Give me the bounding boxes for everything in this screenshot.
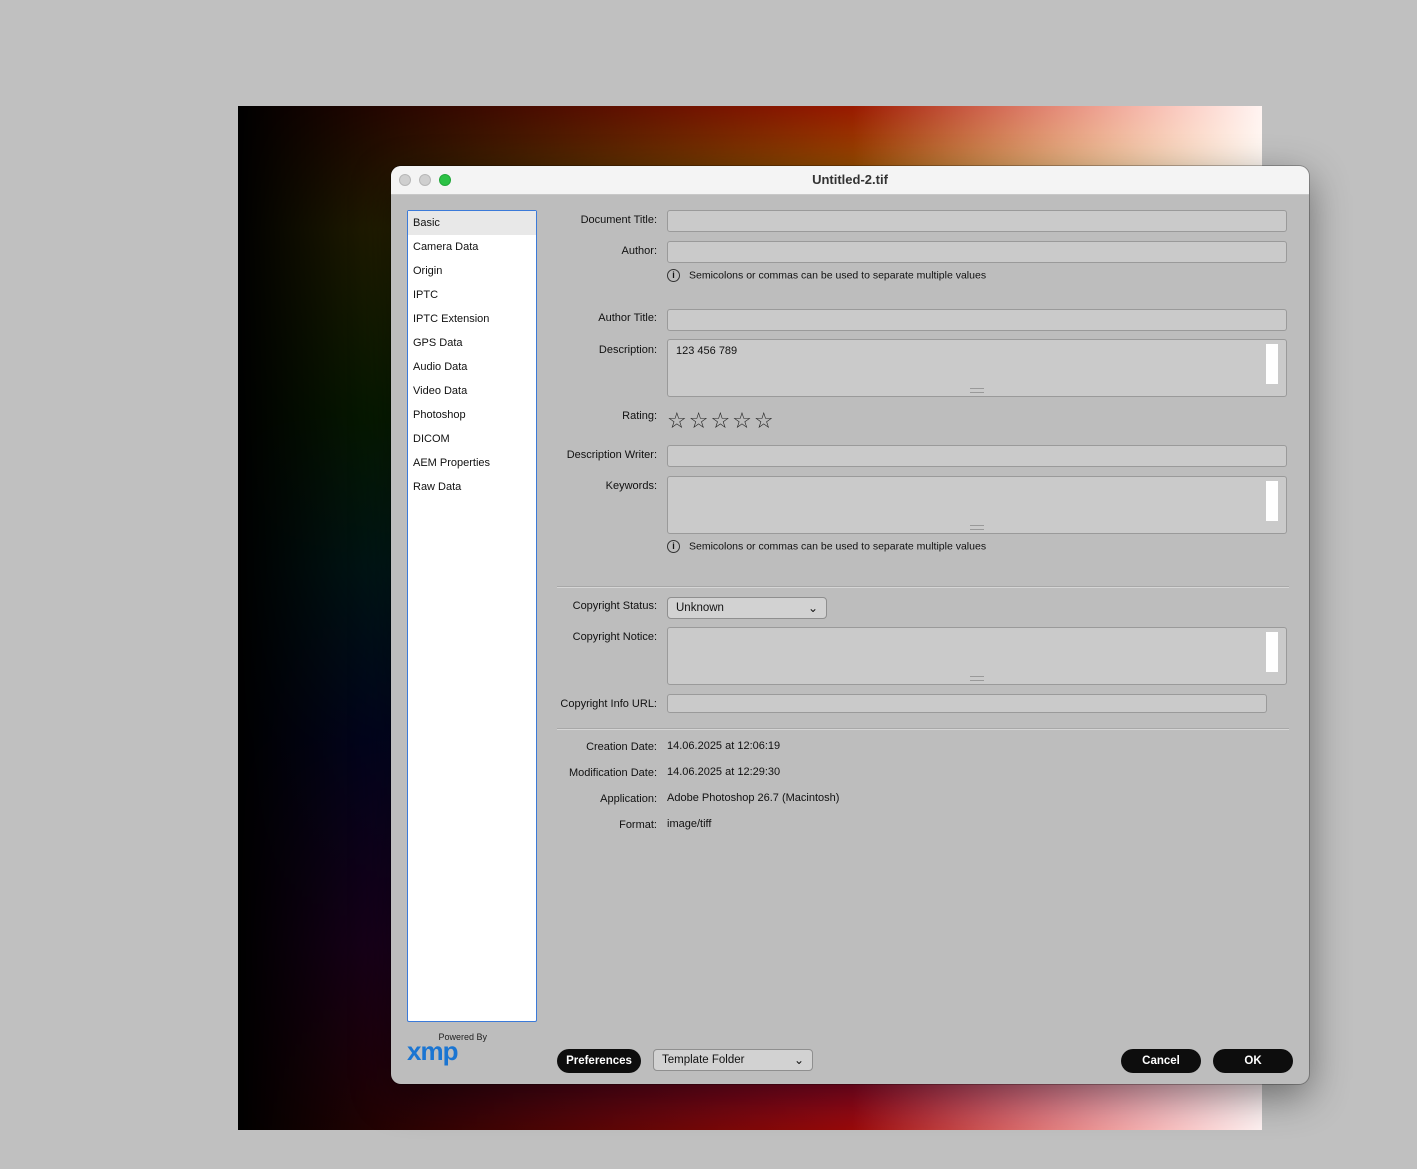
info-icon: i [667,540,680,553]
copyright-status-value: Unknown [676,602,724,614]
sidebar-item-iptc[interactable]: IPTC [408,283,536,307]
application-label: Application: [600,793,657,805]
author-label: Author: [621,245,657,257]
copyright-status-label: Copyright Status: [572,600,657,612]
keywords-hint: i Semicolons or commas can be used to sep… [667,540,986,553]
creation-date-label: Creation Date: [586,741,657,753]
copyright-url-field[interactable] [667,694,1267,713]
copyright-notice-label: Copyright Notice: [572,631,657,643]
author-hint-text: Semicolons or commas can be used to sepa… [689,269,987,282]
modification-date-value: 14.06.2025 at 12:29:30 [667,766,781,778]
ok-button[interactable]: OK [1213,1049,1293,1073]
keywords-hint-text: Semicolons or commas can be used to sepa… [689,540,987,553]
sidebar-item-origin[interactable]: Origin [408,259,536,283]
document-title-field[interactable] [667,210,1287,232]
sidebar-item-video-data[interactable]: Video Data [408,379,536,403]
sidebar-item-dicom[interactable]: DICOM [408,427,536,451]
keywords-label: Keywords: [605,480,657,492]
category-list[interactable]: Basic Camera Data Origin IPTC IPTC Exten… [407,210,537,1022]
document-title-label: Document Title: [580,214,657,226]
copyright-notice-field[interactable] [667,627,1287,685]
chevron-down-icon: ⌄ [793,1053,804,1067]
chevron-down-icon: ⌄ [807,601,818,615]
template-folder-value: Template Folder [662,1054,745,1066]
title-bar[interactable]: Untitled-2.tif [391,166,1309,195]
description-resize-grip[interactable] [970,388,984,393]
xmp-logo: Powered By xmp [407,1032,487,1072]
author-title-field[interactable] [667,309,1287,331]
description-text: 123 456 789 [676,345,738,357]
description-field[interactable]: 123 456 789 [667,339,1287,397]
format-label: Format: [619,819,657,831]
author-field[interactable] [667,241,1287,263]
separator [557,728,1289,730]
copyright-notice-scrollbar[interactable] [1266,632,1278,672]
sidebar-item-audio-data[interactable]: Audio Data [408,355,536,379]
keywords-field[interactable] [667,476,1287,534]
description-label: Description: [598,344,657,356]
description-writer-label: Description Writer: [566,449,657,461]
info-icon: i [667,269,680,282]
keywords-scrollbar[interactable] [1266,481,1278,521]
copyright-url-label: Copyright Info URL: [560,698,657,710]
description-writer-field[interactable] [667,445,1287,467]
modification-date-label: Modification Date: [568,767,657,779]
creation-date-value: 14.06.2025 at 12:06:19 [667,740,781,752]
template-folder-select[interactable]: Template Folder ⌄ [653,1049,813,1071]
window-title: Untitled-2.tif [812,172,888,187]
application-value: Adobe Photoshop 26.7 (Macintosh) [667,792,840,804]
keywords-resize-grip[interactable] [970,525,984,530]
preferences-button[interactable]: Preferences [557,1049,641,1073]
format-value: image/tiff [667,818,712,830]
description-scrollbar[interactable] [1266,344,1278,384]
cancel-button[interactable]: Cancel [1121,1049,1201,1073]
copyright-notice-resize-grip[interactable] [970,676,984,681]
copyright-status-select[interactable]: Unknown ⌄ [667,597,827,619]
rating-stars[interactable]: ☆☆☆☆☆ [667,408,776,434]
file-info-dialog: Untitled-2.tif Basic Camera Data Origin … [391,166,1309,1084]
author-hint: i Semicolons or commas can be used to sep… [667,269,986,282]
separator [557,586,1289,588]
author-title-label: Author Title: [598,312,657,324]
rating-label: Rating: [622,410,657,422]
